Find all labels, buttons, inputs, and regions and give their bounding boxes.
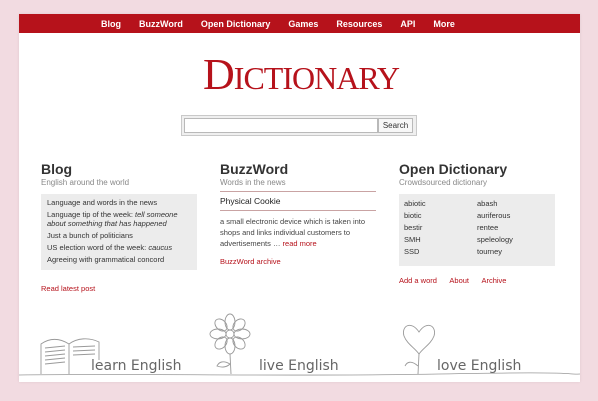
word-link[interactable]: bestir (404, 222, 426, 234)
nav-more[interactable]: More (433, 19, 455, 29)
buzzword-section: BuzzWord Words in the news Physical Cook… (220, 161, 376, 269)
dictionary-logo[interactable]: DICTIONARY (183, 53, 419, 99)
buzzword-title[interactable]: BuzzWord (220, 161, 376, 177)
nav-games[interactable]: Games (288, 19, 318, 29)
blog-post-list: Language and words in the news Language … (41, 194, 197, 270)
word-link[interactable]: auriferous (477, 210, 513, 222)
buzzword-archive-link[interactable]: BuzzWord archive (220, 257, 281, 266)
blog-post-link[interactable]: Language tip of the week: tell someone a… (47, 210, 191, 228)
footer-illustration: learn English live English love English (19, 313, 580, 376)
word-link[interactable]: tourney (477, 246, 513, 258)
flower-icon (209, 313, 251, 375)
word-link[interactable]: abash (477, 198, 513, 210)
nav-buzzword[interactable]: BuzzWord (139, 19, 183, 29)
open-dictionary-word-list: abiotic biotic bestir SMH SSD abash auri… (399, 194, 555, 266)
divider (220, 191, 376, 192)
open-dictionary-section: Open Dictionary Crowdsourced dictionary … (399, 161, 555, 288)
caption-live-english: live English (259, 358, 339, 374)
open-dictionary-links: Add a word About Archive (399, 270, 555, 288)
nav-resources[interactable]: Resources (336, 19, 382, 29)
blog-post-emphasis: caucus (148, 243, 173, 252)
archive-link[interactable]: Archive (481, 276, 506, 285)
open-dictionary-title[interactable]: Open Dictionary (399, 161, 555, 177)
word-link[interactable]: rentee (477, 222, 513, 234)
logo-rest: ICTIONARY (233, 60, 400, 96)
caption-learn-english: learn English (91, 358, 181, 374)
search-bar: Search (181, 115, 417, 136)
blog-title[interactable]: Blog (41, 161, 197, 177)
read-more-link[interactable]: read more (283, 239, 317, 248)
blog-post-link[interactable]: Language and words in the news (47, 198, 191, 207)
divider (220, 210, 376, 211)
search-input[interactable] (184, 118, 378, 133)
search-button[interactable]: Search (378, 118, 413, 133)
about-link[interactable]: About (449, 276, 469, 285)
word-link[interactable]: SMH (404, 234, 426, 246)
read-latest-post-link[interactable]: Read latest post (41, 284, 95, 293)
page: Blog BuzzWord Open Dictionary Games Reso… (19, 14, 580, 382)
blog-post-text: Language tip of the week: (47, 210, 135, 219)
word-link[interactable]: SSD (404, 246, 426, 258)
blog-post-link[interactable]: US election word of the week: caucus (47, 243, 191, 252)
heart-icon (403, 324, 435, 375)
word-column-left: abiotic biotic bestir SMH SSD (404, 198, 426, 258)
word-link[interactable]: biotic (404, 210, 426, 222)
buzzword-definition: a small electronic device which is taken… (220, 216, 376, 249)
nav-api[interactable]: API (400, 19, 415, 29)
word-column-right: abash auriferous rentee speleology tourn… (477, 198, 513, 258)
blog-subtitle: English around the world (41, 178, 130, 187)
blog-post-text: US election word of the week: (47, 243, 149, 252)
word-link[interactable]: speleology (477, 234, 513, 246)
open-dictionary-subtitle: Crowdsourced dictionary (399, 178, 488, 187)
top-navigation: Blog BuzzWord Open Dictionary Games Reso… (19, 14, 580, 33)
logo-initial: D (203, 50, 235, 99)
blog-post-link[interactable]: Agreeing with grammatical concord (47, 255, 191, 264)
nav-open-dictionary[interactable]: Open Dictionary (201, 19, 271, 29)
nav-blog[interactable]: Blog (101, 19, 121, 29)
word-link[interactable]: abiotic (404, 198, 426, 210)
add-a-word-link[interactable]: Add a word (399, 276, 437, 285)
blog-post-link[interactable]: Just a bunch of politicians (47, 231, 191, 240)
blog-section: Blog English around the world Language a… (41, 161, 197, 296)
caption-love-english: love English (437, 358, 521, 374)
buzzword-word-link[interactable]: Physical Cookie (220, 196, 376, 207)
buzzword-subtitle: Words in the news (220, 178, 286, 187)
